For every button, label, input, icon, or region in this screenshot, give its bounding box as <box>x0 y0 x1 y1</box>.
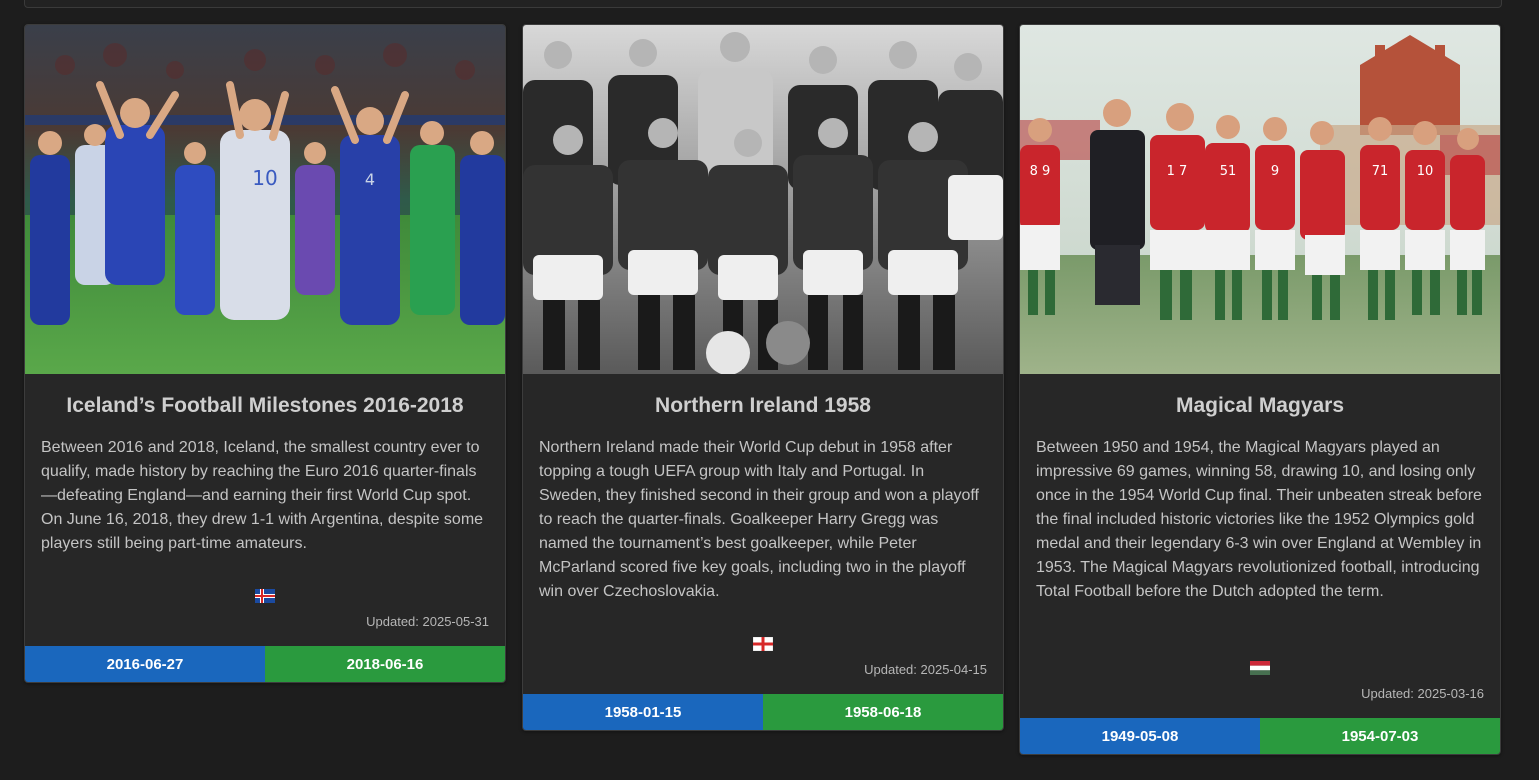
story-card-northern-ireland[interactable]: Northern Ireland 1958 Northern Ireland m… <box>522 24 1004 731</box>
card-title: Iceland’s Football Milestones 2016-2018 <box>66 394 464 417</box>
card-image-magical-magyars: 8 9 1 7 51 9 71 10 <box>1020 25 1500 374</box>
svg-text:9: 9 <box>1271 164 1279 179</box>
story-card-iceland[interactable]: 10 4 Iceland’s Football Milestones 2016-… <box>24 24 506 683</box>
start-date-button[interactable]: 1958-01-15 <box>523 694 763 730</box>
top-filter-bar <box>24 0 1502 8</box>
start-date-button[interactable]: 1949-05-08 <box>1020 718 1260 754</box>
card-title: Magical Magyars <box>1175 394 1345 417</box>
svg-text:51: 51 <box>1220 164 1237 179</box>
updated-date: Updated: 2025-03-16 <box>1361 686 1484 701</box>
end-date-button[interactable]: 2018-06-16 <box>265 646 505 682</box>
svg-text:10: 10 <box>1417 164 1434 179</box>
start-date-button[interactable]: 2016-06-27 <box>25 646 265 682</box>
svg-text:71: 71 <box>1372 164 1389 179</box>
svg-text:8 9: 8 9 <box>1030 164 1051 179</box>
hungary-flag-icon <box>1250 661 1270 678</box>
card-description: Between 1950 and 1954, the Magical Magya… <box>1036 439 1482 600</box>
svg-text:4: 4 <box>365 170 375 189</box>
updated-date: Updated: 2025-05-31 <box>366 614 489 629</box>
card-image-northern-ireland <box>523 25 1003 374</box>
card-description: Northern Ireland made their World Cup de… <box>539 439 979 600</box>
svg-text:1 7: 1 7 <box>1167 164 1188 179</box>
end-date-button[interactable]: 1954-07-03 <box>1260 718 1500 754</box>
card-image-iceland: 10 4 <box>25 25 505 374</box>
updated-date: Updated: 2025-04-15 <box>864 662 987 677</box>
card-title: Northern Ireland 1958 <box>655 394 871 417</box>
iceland-flag-icon <box>255 589 275 606</box>
card-description: Between 2016 and 2018, Iceland, the smal… <box>41 439 484 552</box>
northern-ireland-flag-icon <box>753 637 773 654</box>
story-card-magical-magyars[interactable]: 8 9 1 7 51 9 71 10 Magical Magyars Betwe… <box>1019 24 1501 755</box>
svg-text:10: 10 <box>252 166 277 190</box>
end-date-button[interactable]: 1958-06-18 <box>763 694 1003 730</box>
